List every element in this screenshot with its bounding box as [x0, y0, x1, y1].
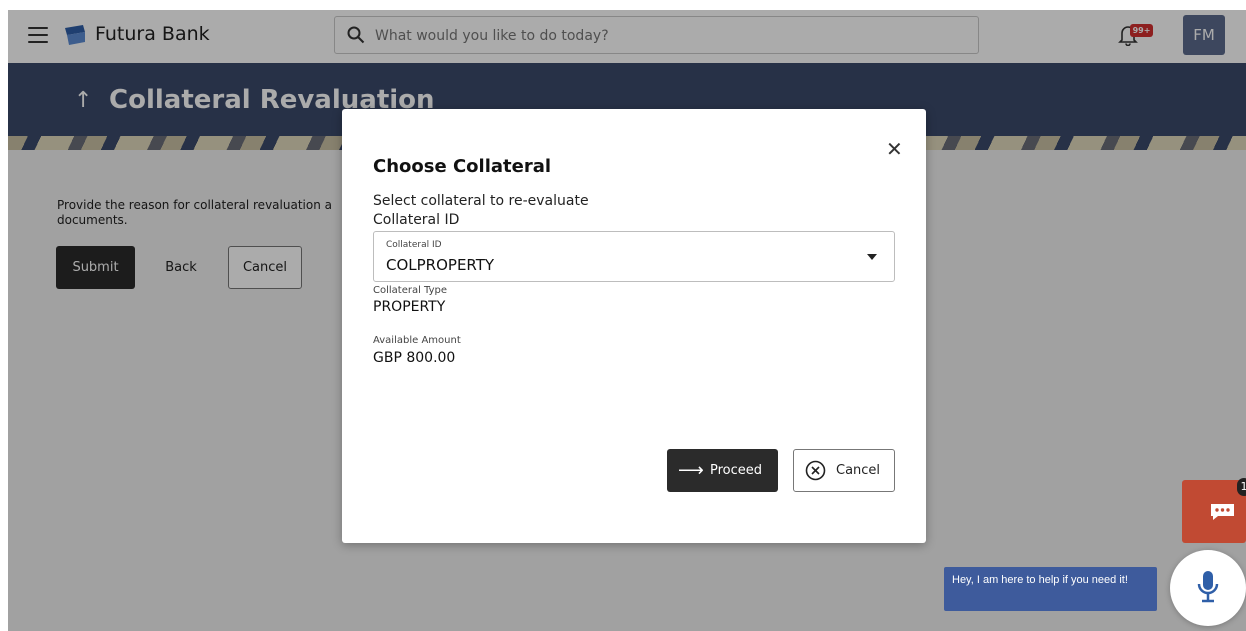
dialog-subtitle: Select collateral to re-evaluate: [373, 193, 589, 209]
dialog-cancel-button[interactable]: Cancel: [793, 449, 895, 492]
collateral-id-select[interactable]: Collateral ID COLPROPERTY: [373, 231, 895, 282]
proceed-label: Proceed: [710, 463, 763, 478]
collateral-type-value: PROPERTY: [373, 299, 446, 315]
close-icon[interactable]: ✕: [886, 137, 903, 161]
collateral-id-label: Collateral ID: [373, 212, 460, 228]
proceed-button[interactable]: ⟶ Proceed: [667, 449, 778, 492]
dialog-cancel-label: Cancel: [836, 463, 881, 478]
available-amount-value: GBP 800.00: [373, 350, 456, 366]
dialog-title: Choose Collateral: [373, 156, 552, 177]
app-frame: Futura Bank What would you like to do to…: [8, 10, 1246, 631]
microphone-icon: [1197, 571, 1219, 603]
microphone-button[interactable]: [1170, 550, 1246, 626]
cancel-circle-icon: [805, 460, 826, 481]
choose-collateral-dialog: ✕ Choose Collateral Select collateral to…: [342, 109, 926, 543]
collateral-type-label: Collateral Type: [373, 285, 448, 296]
select-value: COLPROPERTY: [386, 256, 495, 274]
chat-badge: 1: [1237, 478, 1246, 496]
chevron-down-icon[interactable]: [867, 254, 877, 260]
arrow-right-icon: ⟶: [678, 460, 704, 481]
assistant-message: Hey, I am here to help if you need it!: [944, 567, 1157, 611]
select-label: Collateral ID: [386, 240, 442, 250]
available-amount-label: Available Amount: [373, 335, 461, 346]
chat-icon: [1211, 504, 1234, 520]
